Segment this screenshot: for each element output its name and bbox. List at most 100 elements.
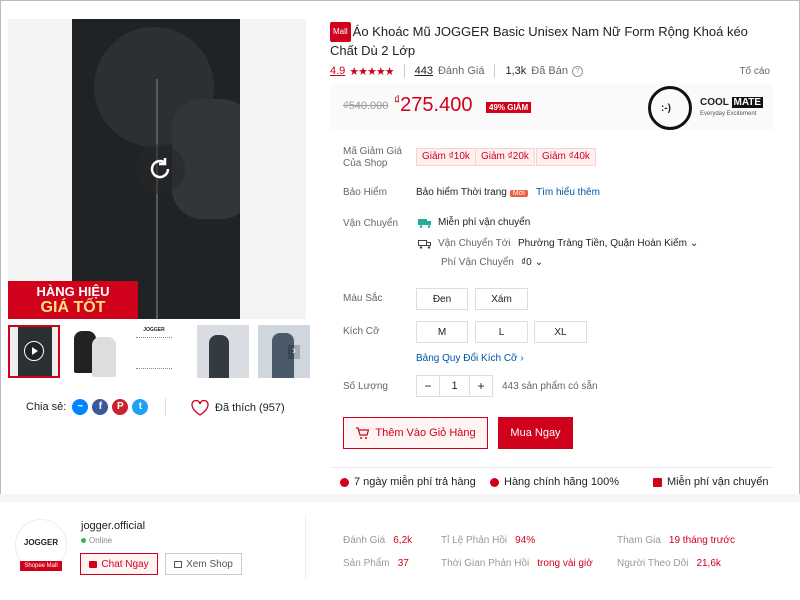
shipping-fee-row: Phí Vận Chuyển ₫0 ⌄	[441, 257, 543, 268]
share-divider	[165, 398, 166, 416]
sold-count: 1,3k	[505, 65, 527, 77]
decrease-button[interactable]: −	[417, 376, 439, 396]
brand-name: COOL MATE	[700, 97, 764, 108]
increase-button[interactable]: +	[470, 376, 492, 396]
brand-name-right: MATE	[731, 97, 764, 108]
rating-value[interactable]: 4.9	[330, 65, 345, 77]
thumbnail-4[interactable]	[197, 325, 249, 378]
chat-now-label: Chat Ngay	[101, 559, 149, 570]
main-product-image[interactable]: HÀNG HIỆU GIÁ TỐT	[8, 19, 306, 319]
share-row: Chia sẻ: ~ f P t	[26, 399, 149, 415]
shipping-fee-value[interactable]: ₫0	[521, 257, 532, 268]
help-icon[interactable]: ?	[571, 65, 583, 77]
reviews-count[interactable]: 443	[415, 65, 433, 77]
chevron-down-icon[interactable]: ⌄	[690, 238, 698, 249]
rating-stars-icon: ★★★★★	[349, 65, 394, 78]
stats-divider	[494, 64, 496, 78]
ship-to-label: Vận Chuyển Tới	[438, 238, 511, 249]
jacket-zipper-shape	[156, 79, 158, 319]
voucher-20k[interactable]: Giảm ₫20k	[475, 148, 535, 166]
insurance-name: Bảo hiểm Thời trang	[416, 187, 507, 198]
ship-to-value[interactable]: Phường Tràng Tiền, Quận Hoàn Kiếm	[518, 238, 687, 249]
metric-value: 37	[397, 558, 409, 569]
stats-divider	[403, 64, 405, 78]
size-option-m[interactable]: M	[416, 321, 468, 343]
product-title-text: Áo Khoác Mũ JOGGER Basic Unisex Nam Nữ F…	[330, 24, 748, 58]
image-background-left	[8, 19, 72, 319]
twitter-icon[interactable]: t	[132, 399, 149, 415]
color-label: Màu Sắc	[343, 293, 383, 304]
learn-more-link[interactable]: Tìm hiểu thêm	[536, 187, 600, 198]
size-label: Kích Cỡ	[343, 326, 380, 337]
shop-name[interactable]: jogger.official	[81, 520, 145, 532]
voucher-40k[interactable]: Giảm ₫40k	[536, 148, 596, 166]
pinterest-icon[interactable]: P	[112, 399, 129, 415]
free-ship-icon	[418, 218, 431, 228]
image-background-right	[240, 19, 306, 319]
facebook-icon[interactable]: f	[92, 399, 109, 415]
voucher-10k[interactable]: Giảm ₫10k	[416, 148, 476, 166]
metric-value: 6,2k	[393, 535, 413, 546]
guarantee-bar: 7 ngày miễn phí trả hàng Hàng chính hãng…	[330, 467, 773, 494]
thumbnail-5[interactable]	[258, 325, 310, 378]
replay-video-icon[interactable]	[135, 144, 185, 194]
color-option-black[interactable]: Đen	[416, 288, 468, 310]
thumbnail-next-arrow-icon[interactable]: ›	[288, 345, 300, 359]
thumbnail-3[interactable]: JOGGER	[128, 325, 180, 378]
free-shipping-text: Miễn phí vận chuyển	[438, 217, 531, 228]
metric-key: Người Theo Dõi	[617, 558, 689, 569]
report-link[interactable]: Tố cáo	[739, 66, 770, 77]
insurance-value: Bảo hiểm Thời trang Mới	[416, 187, 528, 198]
thumbnail-strip: JOGGER ›	[8, 325, 310, 380]
cart-icon	[356, 427, 370, 439]
liked-count: Đã thích (957)	[215, 402, 285, 414]
thumbnail-2[interactable]	[68, 325, 120, 378]
add-to-cart-button[interactable]: Thêm Vào Giỏ Hàng	[343, 417, 488, 449]
messenger-icon[interactable]: ~	[72, 399, 89, 415]
guarantee-freeship: Miễn phí vận chuyển	[653, 476, 769, 488]
metric-response-rate: Tỉ Lệ Phản Hồi 94%	[441, 535, 535, 546]
shop-online-status: Online	[81, 536, 112, 545]
play-icon	[24, 341, 44, 361]
buy-now-button[interactable]: Mua Ngay	[498, 417, 573, 449]
size-guide-link[interactable]: Bảng Quy Đổi Kích Cỡ ›	[416, 353, 524, 364]
reviews-label: Đánh Giá	[437, 65, 485, 77]
metric-followers: Người Theo Dõi 21,6k	[617, 558, 721, 569]
like-button[interactable]: Đã thích (957)	[191, 400, 285, 416]
thumbnail-video[interactable]	[8, 325, 60, 378]
chevron-down-icon[interactable]: ⌄	[535, 257, 543, 268]
stock-available: 443 sản phẩm có sẵn	[502, 381, 598, 392]
guarantee-return: 7 ngày miễn phí trả hàng	[340, 476, 476, 488]
share-label: Chia sẻ:	[26, 401, 67, 413]
sale-price: ₫275.400	[394, 93, 472, 117]
sale-price-value: 275.400	[400, 94, 473, 116]
store-icon	[174, 561, 183, 568]
metric-key: Tỉ Lệ Phản Hồi	[441, 535, 508, 546]
coolmate-logo-icon: :‑)	[648, 86, 692, 130]
chat-now-button[interactable]: Chat Ngay	[80, 553, 158, 575]
truck-icon	[418, 239, 431, 249]
mall-tag: Mall	[330, 22, 351, 42]
brand-tagline: Everyday Excitement	[700, 111, 757, 117]
add-to-cart-label: Thêm Vào Giỏ Hàng	[375, 427, 476, 439]
guarantee-genuine-text: Hàng chính hãng 100%	[504, 476, 619, 488]
guarantee-return-text: 7 ngày miễn phí trả hàng	[354, 476, 476, 488]
view-shop-button[interactable]: Xem Shop	[165, 553, 242, 575]
new-tag: Mới	[509, 190, 528, 197]
truck-icon	[653, 477, 662, 487]
brand-price-badge: HÀNG HIỆU GIÁ TỐT	[8, 281, 138, 319]
size-option-l[interactable]: L	[475, 321, 528, 343]
chevron-right-icon: ›	[520, 353, 524, 364]
size-option-xl[interactable]: XL	[534, 321, 587, 343]
voucher-label: Mã Giảm Giá Của Shop	[343, 146, 402, 169]
shop-divider	[305, 514, 306, 579]
return-icon	[340, 477, 349, 487]
quantity-input[interactable]: 1	[439, 376, 470, 396]
color-option-gray[interactable]: Xám	[475, 288, 528, 310]
shipping-label: Vận Chuyển	[343, 218, 399, 229]
shipping-fee-label: Phí Vận Chuyển	[441, 257, 514, 268]
chat-icon	[89, 561, 98, 568]
metric-key: Sản Phẩm	[343, 558, 390, 569]
metric-products: Sản Phẩm 37	[343, 558, 409, 569]
guarantee-freeship-text: Miễn phí vận chuyển	[667, 476, 769, 488]
